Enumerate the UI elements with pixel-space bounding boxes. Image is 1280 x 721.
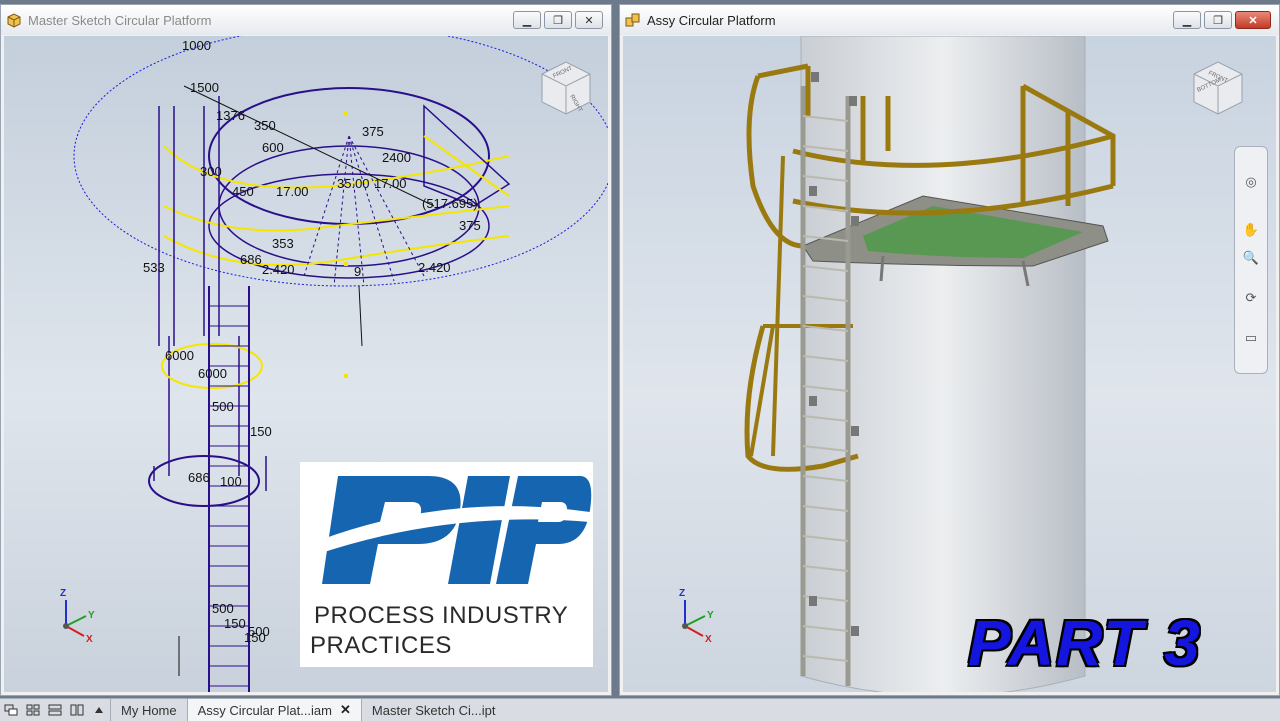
dim-label: 533 — [143, 260, 165, 275]
tab-menu-arrow-icon[interactable] — [88, 699, 110, 721]
dim-label: 2.420 — [418, 260, 451, 275]
pip-logo-mark — [318, 476, 592, 584]
tab-label: Master Sketch Ci...ipt — [371, 702, 496, 718]
triad-x-label: X — [705, 634, 712, 645]
triad-x-label: X — [86, 634, 93, 645]
viewcube[interactable]: FRONT RIGHT — [534, 56, 598, 120]
coordinate-triad: Z Y X — [60, 588, 95, 645]
tab-assy-circular-platform[interactable]: Assy Circular Plat...iam ✕ — [186, 699, 361, 721]
sketch-window-titlebar[interactable]: Master Sketch Circular Platform ▁ ❐ ✕ — [1, 5, 611, 35]
dim-label: 100 — [220, 474, 242, 489]
dim-label: 17.00 — [374, 176, 407, 191]
dim-label: 353 — [272, 236, 294, 251]
dim-label: 375 — [459, 218, 481, 233]
navigation-bar: ◎ ✋ 🔍 ⟳ ▭ — [1234, 146, 1268, 374]
minimize-button[interactable]: ▁ — [513, 11, 541, 29]
assembly-file-icon — [625, 13, 640, 27]
viewcube[interactable]: FRONT BOTTOM — [1186, 56, 1250, 120]
dim-label: 17.00 — [276, 184, 309, 199]
dim-label: 6000 — [165, 348, 194, 363]
dim-label: 300 — [200, 164, 222, 179]
close-button[interactable]: ✕ — [575, 11, 603, 29]
dim-label: 500 — [212, 399, 234, 414]
pip-logo: PROCESS INDUSTRY PRACTICES — [300, 462, 593, 667]
pip-logo-line2: PRACTICES — [310, 632, 452, 659]
zoom-icon[interactable]: 🔍 — [1239, 247, 1263, 269]
coordinate-triad: Z Y X — [679, 588, 714, 645]
dim-label: 450 — [232, 184, 254, 199]
tab-label: My Home — [121, 702, 177, 718]
dim-label: 375 — [362, 124, 384, 139]
dim-label: 150 — [244, 630, 266, 645]
assembly-window-titlebar[interactable]: Assy Circular Platform ▁ ❐ ✕ — [620, 5, 1279, 35]
document-tab-bar: My Home Assy Circular Plat...iam ✕ Master… — [0, 698, 1280, 721]
dim-label: 150 — [224, 616, 246, 631]
dim-label: 9 — [354, 264, 361, 279]
dim-label: 686 — [240, 252, 262, 267]
dim-label: 686 — [188, 470, 210, 485]
tab-master-sketch[interactable]: Master Sketch Ci...ipt — [360, 699, 506, 721]
dim-label: 1376 — [216, 108, 245, 123]
assembly-viewport[interactable]: FRONT BOTTOM ◎ ✋ 🔍 ⟳ ▭ Z Y X — [623, 36, 1276, 692]
tile-vertical-icon[interactable] — [66, 699, 88, 721]
part-number-label: PART 3 — [968, 607, 1202, 679]
dim-label: 500 — [212, 601, 234, 616]
restore-button[interactable]: ❐ — [544, 11, 572, 29]
look-at-icon[interactable]: ▭ — [1239, 327, 1263, 349]
close-button[interactable]: ✕ — [1235, 11, 1271, 29]
triad-z-label: Z — [679, 588, 685, 599]
dim-label: 2.420 — [262, 262, 295, 277]
minimize-button[interactable]: ▁ — [1173, 11, 1201, 29]
triad-y-label: Y — [707, 610, 714, 621]
orbit-icon[interactable]: ⟳ — [1239, 287, 1263, 309]
close-tab-icon[interactable]: ✕ — [340, 702, 351, 718]
dim-label: (517.695) — [422, 196, 478, 211]
dim-label: 1000 — [182, 38, 211, 53]
restore-button[interactable]: ❐ — [1204, 11, 1232, 29]
dim-label: 150 — [250, 424, 272, 439]
sketch-window-title: Master Sketch Circular Platform — [28, 12, 212, 28]
part-file-icon — [7, 13, 21, 28]
dim-label: 6000 — [198, 366, 227, 381]
tab-my-home[interactable]: My Home — [110, 699, 187, 721]
steering-wheel-icon[interactable]: ◎ — [1239, 171, 1263, 193]
pip-logo-line1: PROCESS INDUSTRY — [314, 602, 569, 629]
cascade-windows-icon[interactable] — [0, 699, 22, 721]
dim-label: 350 — [254, 118, 276, 133]
dim-label: 600 — [262, 140, 284, 155]
pan-hand-icon[interactable]: ✋ — [1239, 219, 1263, 241]
triad-y-label: Y — [88, 610, 95, 621]
dim-label: 2400 — [382, 150, 411, 165]
dim-label: 1500 — [190, 80, 219, 95]
assembly-window: Assy Circular Platform ▁ ❐ ✕ FRONT BOTTO… — [619, 4, 1280, 696]
tile-horizontal-icon[interactable] — [44, 699, 66, 721]
assembly-window-title: Assy Circular Platform — [647, 12, 776, 28]
triad-z-label: Z — [60, 588, 66, 599]
tab-label: Assy Circular Plat...iam — [197, 702, 332, 718]
tile-windows-icon[interactable] — [22, 699, 44, 721]
dim-label: 35.00 — [337, 176, 370, 191]
